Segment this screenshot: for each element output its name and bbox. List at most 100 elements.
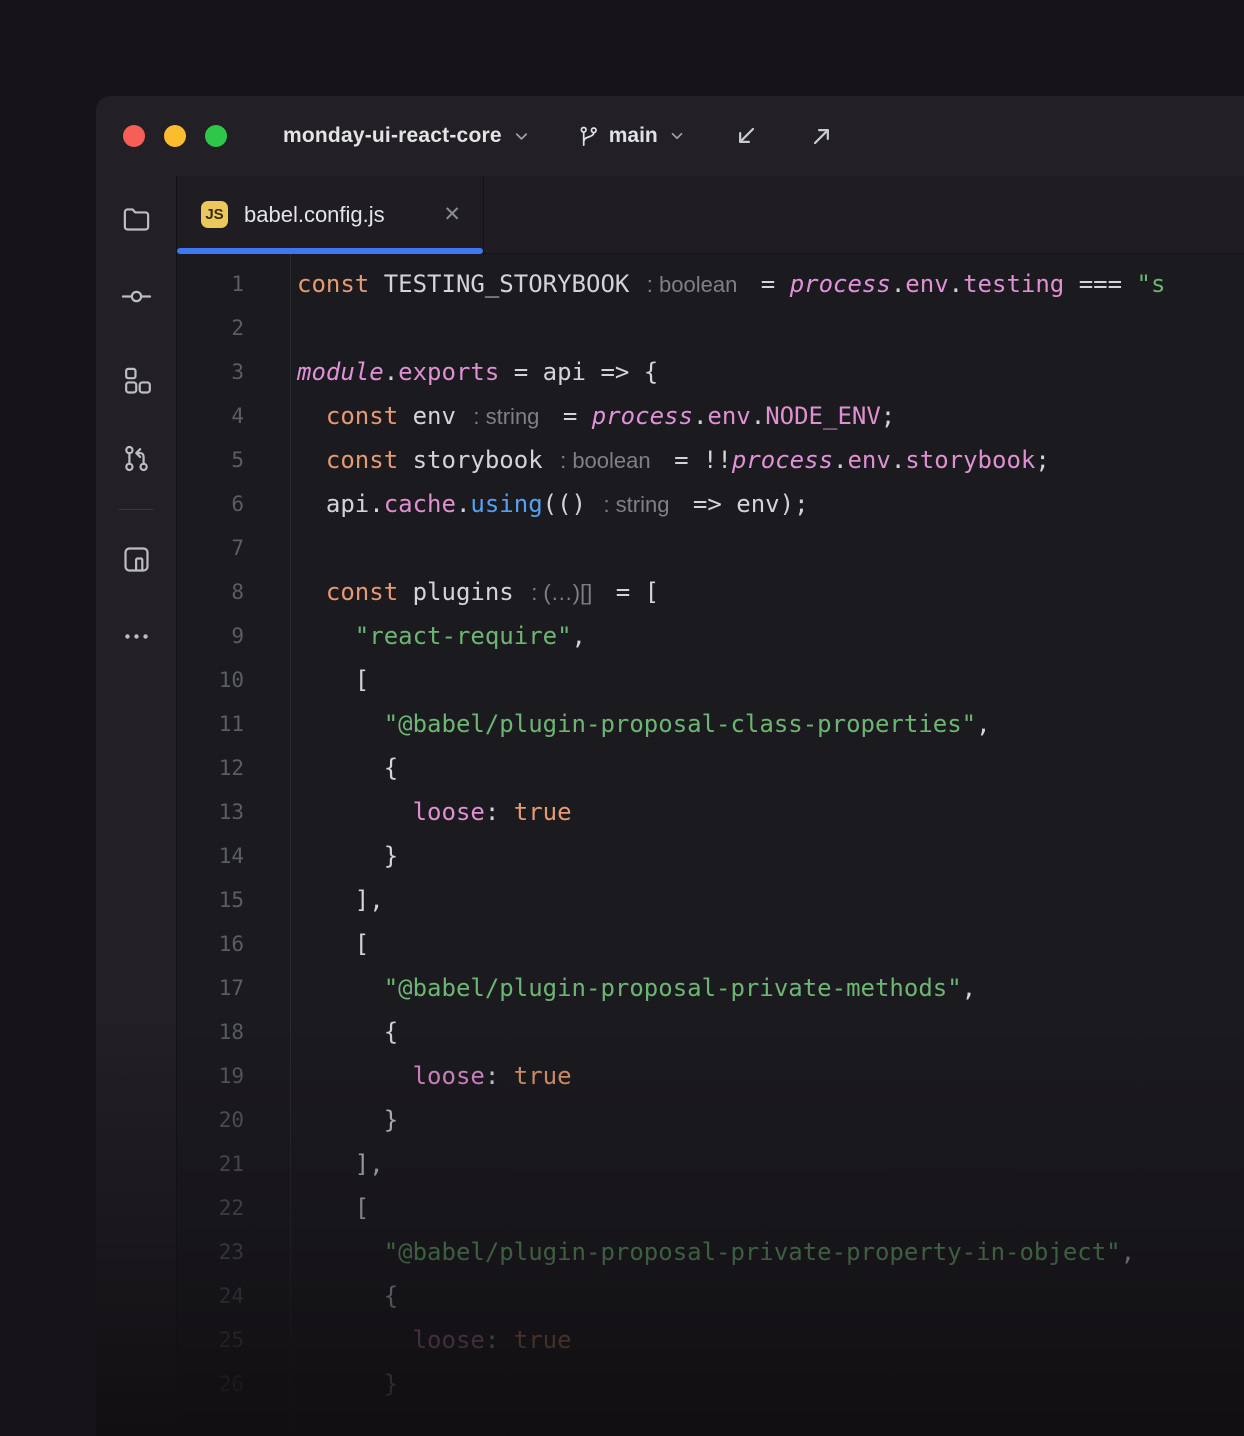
line-number: 22	[177, 1196, 290, 1220]
window-controls	[123, 125, 227, 147]
line-number: 6	[177, 492, 290, 516]
app-window: monday-ui-react-core main	[96, 96, 1244, 1436]
code-line[interactable]: 13 loose: true	[177, 790, 1244, 834]
code-line[interactable]: 8 const plugins : (…)[] = [	[177, 570, 1244, 614]
branch-name: main	[609, 124, 658, 148]
close-window-button[interactable]	[123, 125, 145, 147]
tab-babel-config-js[interactable]: JS babel.config.js ✕	[177, 176, 484, 253]
code-line[interactable]: 12 {	[177, 746, 1244, 790]
code-lines: 1const TESTING_STORYBOOK : boolean = pro…	[177, 262, 1244, 1406]
code-line[interactable]: 26 }	[177, 1362, 1244, 1406]
line-number: 19	[177, 1064, 290, 1088]
line-number: 26	[177, 1372, 290, 1396]
line-content: {	[290, 1018, 398, 1046]
line-number: 24	[177, 1284, 290, 1308]
code-line[interactable]: 4 const env : string = process.env.NODE_…	[177, 394, 1244, 438]
code-line[interactable]: 5 const storybook : boolean = !!process.…	[177, 438, 1244, 482]
line-number: 17	[177, 976, 290, 1000]
code-line[interactable]: 25 loose: true	[177, 1318, 1244, 1362]
line-number: 23	[177, 1240, 290, 1264]
line-number: 5	[177, 448, 290, 472]
code-line[interactable]: 22 [	[177, 1186, 1244, 1230]
line-number: 11	[177, 712, 290, 736]
line-number: 4	[177, 404, 290, 428]
code-line[interactable]: 2	[177, 306, 1244, 350]
line-number: 16	[177, 932, 290, 956]
code-line[interactable]: 3module.exports = api => {	[177, 350, 1244, 394]
line-content: const env : string = process.env.NODE_EN…	[290, 402, 895, 430]
files-folder-icon[interactable]	[116, 198, 156, 238]
line-number: 9	[177, 624, 290, 648]
pull-request-icon[interactable]	[116, 438, 156, 478]
code-line[interactable]: 24 {	[177, 1274, 1244, 1318]
code-line[interactable]: 1const TESTING_STORYBOOK : boolean = pro…	[177, 262, 1244, 306]
editor-pane: JS babel.config.js ✕ 1const TESTING_STOR…	[176, 176, 1244, 1436]
tab-close-icon[interactable]: ✕	[443, 204, 461, 225]
line-content: loose: true	[290, 1062, 572, 1090]
code-line[interactable]: 18 {	[177, 1010, 1244, 1054]
titlebar-actions	[732, 122, 836, 150]
line-number: 25	[177, 1328, 290, 1352]
javascript-file-icon: JS	[201, 201, 228, 228]
line-number: 20	[177, 1108, 290, 1132]
code-line[interactable]: 9 "react-require",	[177, 614, 1244, 658]
line-content: }	[290, 1370, 398, 1398]
more-ellipsis-icon[interactable]	[116, 616, 156, 656]
line-content: }	[290, 842, 398, 870]
arrow-down-left-icon[interactable]	[732, 122, 760, 150]
code-line[interactable]: 15 ],	[177, 878, 1244, 922]
project-selector[interactable]: monday-ui-react-core	[283, 124, 531, 148]
line-content: loose: true	[290, 798, 572, 826]
line-content: const storybook : boolean = !!process.en…	[290, 446, 1050, 474]
code-line[interactable]: 11 "@babel/plugin-proposal-class-propert…	[177, 702, 1244, 746]
line-content: [	[290, 1194, 369, 1222]
code-line[interactable]: 20 }	[177, 1098, 1244, 1142]
components-icon[interactable]	[116, 360, 156, 400]
code-line[interactable]: 6 api.cache.using(() : string => env);	[177, 482, 1244, 526]
line-number: 1	[177, 272, 290, 296]
zoom-window-button[interactable]	[205, 125, 227, 147]
line-content: module.exports = api => {	[290, 358, 658, 386]
line-content: "@babel/plugin-proposal-private-methods"…	[290, 974, 976, 1002]
arrow-up-right-icon[interactable]	[808, 122, 836, 150]
line-number: 13	[177, 800, 290, 824]
code-line[interactable]: 14 }	[177, 834, 1244, 878]
line-number: 21	[177, 1152, 290, 1176]
chevron-down-icon	[668, 127, 686, 145]
line-number: 10	[177, 668, 290, 692]
line-content: {	[290, 754, 398, 782]
line-number: 12	[177, 756, 290, 780]
line-content: ],	[290, 886, 384, 914]
line-number: 15	[177, 888, 290, 912]
git-commit-icon[interactable]	[116, 276, 156, 316]
git-branch-icon	[577, 125, 600, 148]
line-content: const plugins : (…)[] = [	[290, 578, 659, 606]
code-line[interactable]: 19 loose: true	[177, 1054, 1244, 1098]
line-number: 8	[177, 580, 290, 604]
minimize-window-button[interactable]	[164, 125, 186, 147]
line-content: }	[290, 1106, 398, 1134]
workspace-panel-icon[interactable]	[116, 539, 156, 579]
screen: { "titlebar": { "project": "monday-ui-re…	[0, 0, 1244, 1436]
line-content: "@babel/plugin-proposal-private-property…	[290, 1238, 1135, 1266]
activity-bar	[96, 176, 176, 1436]
line-content: "@babel/plugin-proposal-class-properties…	[290, 710, 991, 738]
line-number: 3	[177, 360, 290, 384]
line-content: [	[290, 930, 369, 958]
code-line[interactable]: 7	[177, 526, 1244, 570]
tab-bar: JS babel.config.js ✕	[177, 176, 1244, 254]
project-name: monday-ui-react-core	[283, 124, 502, 148]
titlebar: monday-ui-react-core main	[96, 96, 1244, 176]
code-editor[interactable]: 1const TESTING_STORYBOOK : boolean = pro…	[177, 254, 1244, 1436]
line-content: api.cache.using(() : string => env);	[290, 490, 809, 518]
code-line[interactable]: 16 [	[177, 922, 1244, 966]
code-line[interactable]: 23 "@babel/plugin-proposal-private-prope…	[177, 1230, 1244, 1274]
code-line[interactable]: 10 [	[177, 658, 1244, 702]
branch-selector[interactable]: main	[577, 124, 686, 148]
line-number: 7	[177, 536, 290, 560]
code-line[interactable]: 21 ],	[177, 1142, 1244, 1186]
line-content: loose: true	[290, 1326, 572, 1354]
code-line[interactable]: 17 "@babel/plugin-proposal-private-metho…	[177, 966, 1244, 1010]
line-content: "react-require",	[290, 622, 586, 650]
line-content: {	[290, 1282, 398, 1310]
